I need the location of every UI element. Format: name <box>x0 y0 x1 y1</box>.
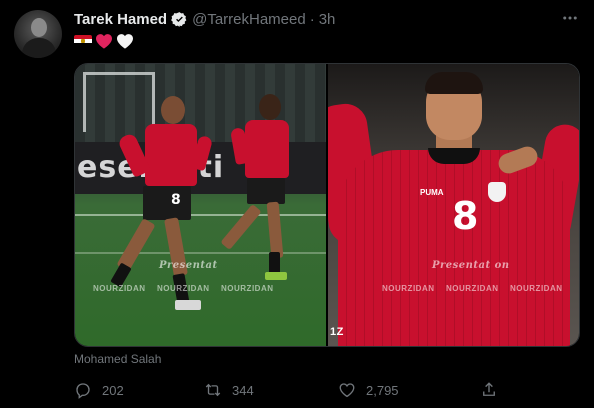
player-back <box>220 92 315 292</box>
crest-icon <box>488 182 506 202</box>
avatar[interactable] <box>14 10 62 58</box>
watermark-credit: NOURZIDAN <box>446 284 499 293</box>
verified-badge-icon <box>171 11 187 27</box>
retweet-icon <box>205 383 221 397</box>
egypt-flag-icon <box>74 35 92 47</box>
red-heart-icon <box>96 34 112 49</box>
watermark-script: Presentat on <box>432 260 510 271</box>
tweet-header: Tarek Hamed @TarrekHameed · 3h <box>74 8 335 30</box>
author-handle[interactable]: @TarrekHameed <box>192 11 306 28</box>
tweet-time[interactable]: 3h <box>319 11 336 28</box>
shirt-collar <box>428 148 480 164</box>
watermark-credit: NOURZIDAN <box>93 284 146 293</box>
watermark-credit: NOURZIDAN <box>157 284 210 293</box>
like-count: 2,795 <box>366 382 399 398</box>
retweet-count: 344 <box>232 382 254 398</box>
tweet-actions: 202 344 2,795 <box>74 378 504 402</box>
like-icon <box>339 383 355 398</box>
player-hair <box>425 72 483 94</box>
like-button[interactable]: 2,795 <box>338 378 399 402</box>
share-button[interactable] <box>480 378 498 402</box>
player-front: 8 <box>105 94 215 344</box>
kit-brand: PUMA <box>420 188 444 197</box>
watermark-credit: NOURZIDAN <box>510 284 563 293</box>
white-heart-icon <box>117 34 133 49</box>
shirt-number: 8 <box>452 194 479 238</box>
author-name[interactable]: Tarek Hamed <box>74 11 167 28</box>
tweet-text <box>74 32 134 50</box>
photo-training[interactable]: esentati 8 <box>75 64 326 346</box>
watermark-credit: NOURZIDAN <box>382 284 435 293</box>
watermark-credit: NOURZIDAN <box>221 284 274 293</box>
reply-count: 202 <box>102 382 124 398</box>
photo-portrait[interactable]: PUMA 8 Presentat on NOURZIDAN NOURZIDAN … <box>328 64 579 346</box>
corner-logo: 1Z <box>330 326 344 338</box>
shirt-stripes <box>338 150 570 346</box>
avatar-head-shape <box>31 18 47 37</box>
avatar-body-shape <box>22 38 56 58</box>
tweet[interactable]: Tarek Hamed @TarrekHameed · 3h esentati <box>0 0 594 408</box>
more-dots-icon[interactable] <box>556 6 584 30</box>
watermark-script: Presentat <box>159 260 218 271</box>
header-separator: · <box>309 10 315 28</box>
media-caption[interactable]: Mohamed Salah <box>74 352 161 366</box>
reply-button[interactable]: 202 <box>74 378 124 402</box>
share-icon <box>483 382 495 396</box>
tweet-media[interactable]: esentati 8 <box>74 63 580 347</box>
reply-icon <box>76 383 90 399</box>
retweet-button[interactable]: 344 <box>204 378 254 402</box>
shorts-number: 8 <box>171 192 181 208</box>
